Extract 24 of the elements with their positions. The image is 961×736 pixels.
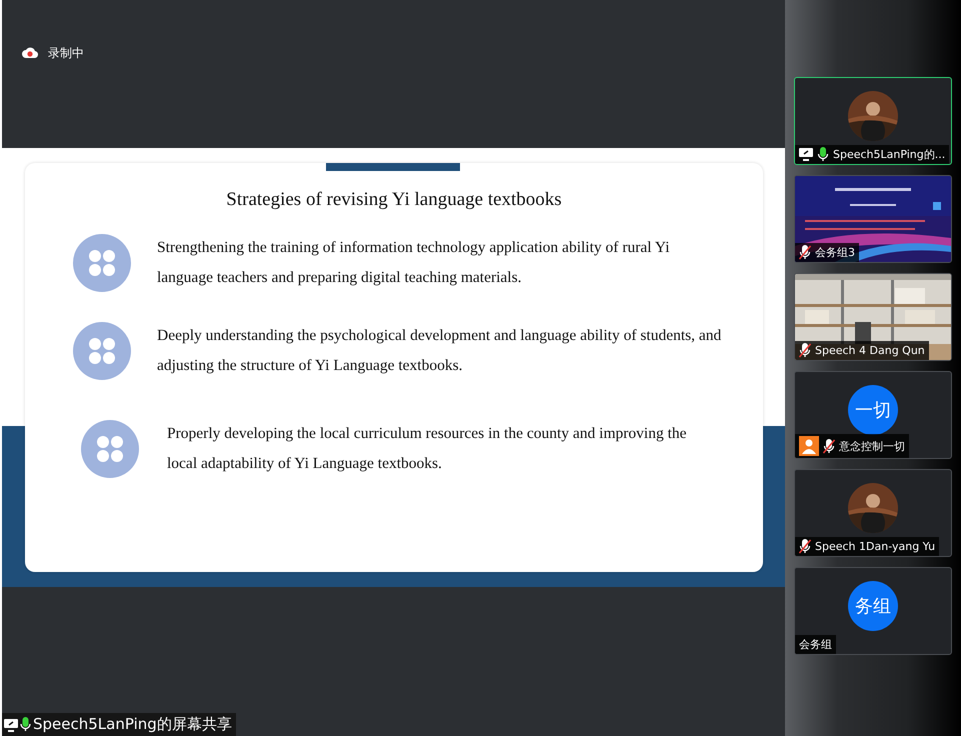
participant-tile[interactable]: 务组 会务组: [794, 567, 952, 655]
slide-bullet-text: Properly developing the local curriculum resources in the county and improving the local adaptability of Yi Language textbooks.: [167, 424, 688, 474]
participant-tile[interactable]: Speech 1Dan-yang Yu: [794, 469, 952, 557]
initials-avatar: 一切: [848, 385, 898, 435]
clover-icon: [73, 322, 131, 380]
participant-name: 会务组3: [815, 245, 855, 260]
clover-icon: [73, 234, 131, 292]
participant-name: 会务组: [799, 637, 832, 652]
clover-icon: [81, 420, 139, 478]
participant-name: Speech 1Dan-yang Yu: [815, 540, 936, 553]
share-banner-label: Speech5LanPing的屏幕共享: [33, 715, 232, 734]
slide-bullet-text: Deeply understanding the psychological development and language ability of students, and adjusting the structure of Yi Language textbooks.: [157, 326, 722, 376]
slide-title: Strategies of revising Yi language textbooks: [226, 189, 562, 211]
participant-name: 意念控制一切: [839, 438, 905, 454]
recording-icon: [22, 47, 38, 59]
recording-label: 录制中: [48, 45, 84, 62]
participant-tile[interactable]: Speech 4 Dang Qun: [794, 273, 952, 361]
initials-avatar: 务组: [848, 581, 898, 631]
slide-bullet-text: Strengthening the training of information technology application ability of rural Yi language teachers and preparing digital teaching materials.: [157, 238, 671, 288]
participant-name: Speech5LanPing的...: [833, 147, 946, 162]
participant-name: Speech 4 Dang Qun: [815, 344, 925, 357]
participant-tile[interactable]: Speech5LanPing的...: [794, 77, 952, 165]
participant-tile[interactable]: 会务组3: [794, 175, 952, 263]
participant-tile[interactable]: 一切 意念控制一切: [794, 371, 952, 459]
